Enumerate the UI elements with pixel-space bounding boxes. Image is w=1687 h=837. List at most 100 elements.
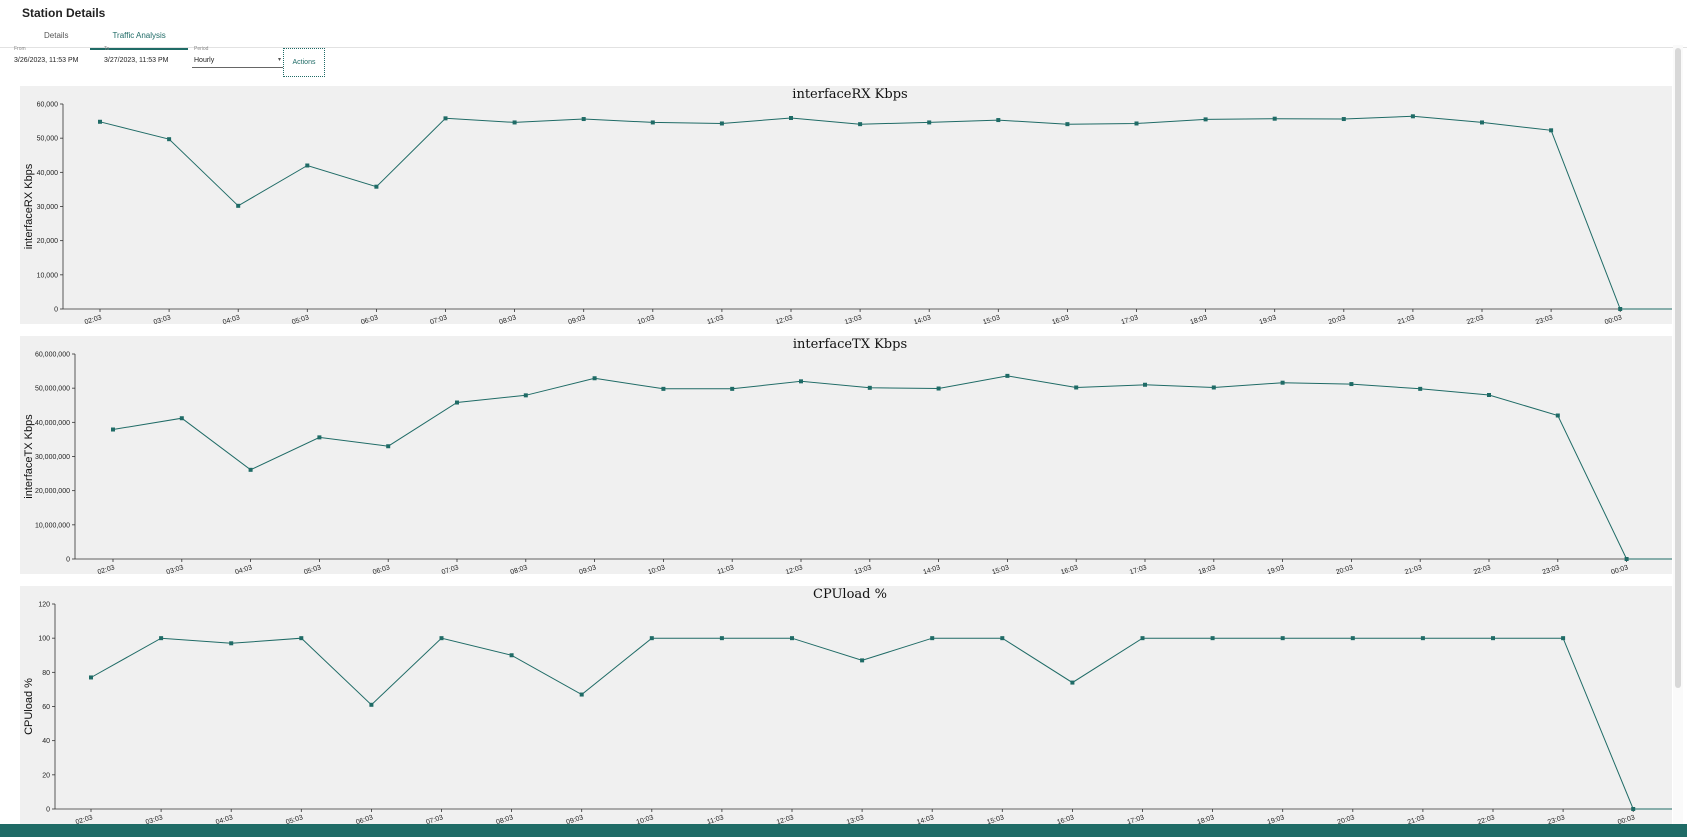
data-point bbox=[1280, 636, 1285, 641]
y-tick-label: 40,000 bbox=[37, 170, 59, 177]
x-tick-label: 06:03 bbox=[360, 314, 379, 324]
y-axis-label: CPUload % bbox=[23, 678, 35, 735]
y-tick-label: 60,000 bbox=[37, 102, 59, 109]
data-point bbox=[1211, 385, 1216, 390]
chart-cpu-load: CPUload % CPUload % 0 20 40 60 80 100 120 02:03 03… bbox=[23, 587, 1672, 824]
chart-panel-interface-tx: interfaceTX Kbps interfaceTX Kbps 0 10,000,… bbox=[20, 336, 1672, 574]
data-point bbox=[799, 379, 803, 384]
x-tick-label: 11:03 bbox=[706, 814, 724, 824]
x-tick-label: 08:03 bbox=[510, 564, 529, 574]
data-point bbox=[439, 636, 444, 641]
series-line bbox=[90, 637, 1672, 810]
x-tick-label: 21:03 bbox=[1404, 564, 1423, 574]
x-tick-label: 21:03 bbox=[1397, 314, 1416, 324]
x-tick-label: 00:03 bbox=[1610, 564, 1629, 574]
from-label: From bbox=[14, 46, 26, 52]
scrollbar-thumb[interactable] bbox=[1675, 48, 1681, 688]
x-tick-label: 08:03 bbox=[498, 314, 517, 324]
y-tick-label: 10,000,000 bbox=[35, 522, 70, 529]
x-tick-label: 18:03 bbox=[1189, 314, 1208, 324]
data-point bbox=[1280, 380, 1285, 385]
data-point bbox=[1349, 382, 1354, 387]
data-point bbox=[1555, 413, 1560, 418]
data-point bbox=[159, 636, 164, 641]
y-axis-label: interfaceTX Kbps bbox=[23, 414, 35, 499]
data-point bbox=[936, 386, 941, 391]
x-tick-label: 16:03 bbox=[1060, 564, 1079, 574]
page-title: Station Details bbox=[22, 6, 106, 20]
chart-interface-rx: interfaceRX Kbps interfaceRX Kbps 0 10,000 2… bbox=[23, 87, 1672, 324]
actions-button[interactable]: Actions bbox=[283, 48, 325, 77]
series-line bbox=[99, 115, 1672, 310]
x-tick-label: 17:03 bbox=[1120, 314, 1139, 324]
y-tick-label: 50,000,000 bbox=[35, 386, 70, 393]
y-tick-label: 0 bbox=[54, 307, 58, 314]
to-value[interactable]: 3/27/2023, 11:53 PM bbox=[104, 57, 168, 64]
data-point bbox=[509, 653, 514, 658]
x-tick-label: 03:03 bbox=[145, 814, 164, 824]
data-point bbox=[229, 641, 234, 646]
x-tick-label: 18:03 bbox=[1196, 814, 1215, 824]
x-tick-label: 02:03 bbox=[84, 314, 103, 324]
x-tick-label: 05:03 bbox=[303, 564, 322, 574]
data-point bbox=[299, 636, 304, 641]
chart-title: interfaceTX Kbps bbox=[793, 337, 907, 352]
from-value[interactable]: 3/26/2023, 11:53 PM bbox=[14, 57, 78, 64]
period-select[interactable]: Period Hourly ▾ bbox=[192, 44, 283, 68]
data-point bbox=[1549, 128, 1554, 133]
data-point bbox=[369, 702, 374, 707]
data-point bbox=[167, 137, 172, 142]
data-point bbox=[730, 386, 735, 391]
data-point bbox=[930, 636, 935, 641]
data-point bbox=[98, 119, 102, 124]
data-point bbox=[512, 120, 517, 125]
y-tick-label: 50,000 bbox=[37, 136, 59, 143]
x-tick-label: 03:03 bbox=[153, 314, 172, 324]
series-line bbox=[112, 375, 1672, 560]
x-tick-label: 07:03 bbox=[441, 564, 460, 574]
data-point bbox=[1561, 636, 1566, 641]
data-point bbox=[719, 121, 724, 126]
data-point bbox=[1005, 373, 1010, 378]
to-date-field[interactable]: To 3/27/2023, 11:53 PM bbox=[102, 44, 187, 66]
data-point bbox=[443, 116, 448, 121]
data-point bbox=[317, 435, 322, 440]
data-point bbox=[581, 117, 586, 122]
y-tick-label: 30,000 bbox=[37, 204, 59, 211]
y-tick-label: 60 bbox=[42, 704, 50, 711]
x-tick-label: 12:03 bbox=[776, 814, 795, 824]
x-tick-label: 22:03 bbox=[1473, 564, 1492, 574]
x-tick-label: 10:03 bbox=[636, 814, 655, 824]
data-point bbox=[1491, 636, 1495, 641]
x-tick-label: 23:03 bbox=[1547, 814, 1566, 824]
x-tick-label: 16:03 bbox=[1051, 314, 1070, 324]
chevron-down-icon[interactable]: ▾ bbox=[278, 56, 281, 63]
data-point bbox=[89, 675, 93, 680]
chart-panel-interface-rx: interfaceRX Kbps interfaceRX Kbps 0 10,000 2… bbox=[20, 86, 1672, 324]
data-point bbox=[1631, 807, 1636, 811]
data-point bbox=[111, 427, 115, 432]
from-date-field[interactable]: From 3/26/2023, 11:53 PM bbox=[12, 44, 97, 66]
y-tick-label: 10,000 bbox=[37, 272, 59, 279]
period-value[interactable]: Hourly bbox=[194, 57, 214, 64]
x-tick-label: 06:03 bbox=[355, 814, 374, 824]
data-point bbox=[236, 203, 241, 208]
y-tick-label: 60,000,000 bbox=[35, 352, 70, 359]
x-tick-label: 09:03 bbox=[567, 314, 586, 324]
data-point bbox=[927, 120, 932, 125]
data-point bbox=[1000, 636, 1005, 641]
y-axis-label: interfaceRX Kbps bbox=[23, 163, 35, 249]
y-tick-label: 80 bbox=[42, 670, 50, 677]
chart-title: interfaceRX Kbps bbox=[792, 87, 907, 102]
to-label: To bbox=[104, 46, 110, 52]
x-tick-label: 20:03 bbox=[1335, 564, 1354, 574]
x-tick-label: 21:03 bbox=[1407, 814, 1426, 824]
data-point bbox=[592, 376, 597, 381]
x-tick-label: 04:03 bbox=[234, 564, 253, 574]
data-point bbox=[1070, 680, 1075, 685]
x-tick-label: 09:03 bbox=[565, 814, 584, 824]
x-tick-label: 09:03 bbox=[578, 564, 597, 574]
data-point bbox=[860, 658, 865, 663]
chart-title: CPUload % bbox=[813, 587, 887, 602]
x-tick-label: 04:03 bbox=[215, 814, 234, 824]
